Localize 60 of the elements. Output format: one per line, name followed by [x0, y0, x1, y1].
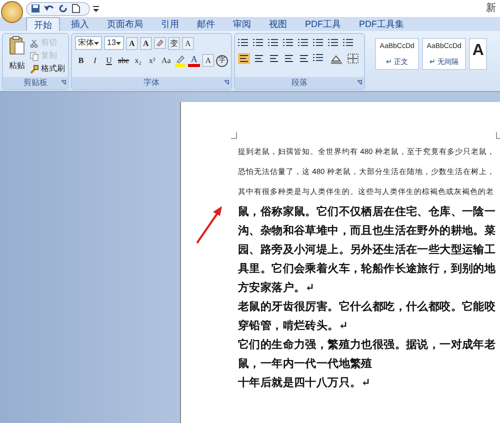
font-name-field[interactable]: 宋体: [75, 36, 102, 50]
shading-icon[interactable]: [330, 53, 344, 64]
redo-icon[interactable]: [59, 4, 68, 13]
clipboard-icon[interactable]: [9, 36, 25, 56]
text-line: 具里。它们会乘着火车，轮船作长途旅行，到别的地: [238, 261, 496, 277]
undo-icon[interactable]: [44, 4, 55, 13]
customize-toolbar-icon[interactable]: [93, 4, 99, 12]
text-line: 十年后就是四十八万只。↵: [238, 375, 371, 391]
dialog-launcher-icon[interactable]: [357, 80, 362, 85]
ribbon-tab[interactable]: 页面布局: [100, 17, 150, 31]
text-line: 方安家落户。↵: [238, 280, 315, 296]
text-line: 鼠，一年内一代一代地繁殖: [238, 356, 372, 372]
bullets-icon[interactable]: [238, 38, 250, 48]
font-size-field[interactable]: 13: [104, 36, 124, 50]
office-button[interactable]: [1, 1, 23, 23]
dropdown-arrow-icon[interactable]: [116, 42, 121, 44]
dialog-launcher-icon[interactable]: [224, 80, 230, 85]
ribbon-tab[interactable]: 开始: [26, 17, 60, 31]
dialog-launcher-icon[interactable]: [61, 80, 66, 85]
brush-icon[interactable]: [30, 64, 39, 74]
new-document-icon[interactable]: [72, 4, 80, 13]
format-button[interactable]: B: [75, 54, 87, 67]
ribbon-tab[interactable]: 引用: [154, 17, 186, 31]
borders-icon[interactable]: [347, 53, 362, 64]
group-label: 剪贴板: [24, 78, 48, 88]
text-line: 老鼠的牙齿很厉害。它什么都吃，什么都咬。它能咬: [238, 299, 496, 315]
format-button[interactable]: x²: [146, 54, 158, 67]
ribbon-tab[interactable]: 插入: [64, 17, 96, 31]
text-line: 穿铅管，啃烂砖头。↵: [238, 318, 348, 334]
format-button[interactable]: x₂: [132, 54, 144, 67]
text-line: 园、路旁及小河堤上。另外还生活在一些大型运输工: [238, 242, 496, 258]
character-shading-button[interactable]: A: [202, 54, 214, 67]
format-button[interactable]: abe: [117, 54, 130, 67]
phonetic-guide-button[interactable]: 变: [168, 36, 180, 50]
ribbon-tab[interactable]: 视图: [262, 17, 294, 31]
arrow-annotation: [195, 205, 223, 245]
style-gallery-item[interactable]: A: [469, 38, 488, 70]
eraser-icon[interactable]: [154, 37, 166, 49]
paste-button[interactable]: 粘贴: [6, 36, 28, 77]
ribbon-tab[interactable]: PDF工具集: [352, 17, 411, 31]
clipboard-action[interactable]: 格式刷: [30, 63, 65, 75]
highlighter-icon[interactable]: [174, 54, 186, 66]
save-icon[interactable]: [31, 4, 40, 13]
text-line: 它们的生命力强，繁殖力也很强。据说，一对成年老: [238, 337, 496, 353]
shrink-font-button[interactable]: A: [140, 36, 152, 50]
group-label: 字体: [144, 78, 160, 88]
character-border-button[interactable]: A: [182, 36, 194, 50]
ribbon-tab[interactable]: PDF工具: [298, 17, 348, 31]
grow-font-button[interactable]: A: [126, 36, 138, 50]
text-line: 鼠，俗称家鼠。它们不仅栖居在住宅、仓库、一陰一: [238, 204, 496, 220]
align-left-icon[interactable]: [238, 53, 250, 64]
ribbon-tab[interactable]: 邮件: [190, 17, 222, 31]
dropdown-arrow-icon[interactable]: [94, 42, 99, 44]
format-button[interactable]: U: [103, 54, 115, 67]
ribbon-tab[interactable]: 审阅: [226, 17, 258, 31]
group-label: 段落: [292, 78, 308, 88]
format-button[interactable]: Aa: [160, 54, 172, 67]
format-button[interactable]: I: [89, 54, 101, 67]
text-line: 沟、杂物和谷草堆中，而且也生活在野外的耕地。菜: [238, 223, 496, 239]
window-title: 新: [486, 2, 497, 16]
